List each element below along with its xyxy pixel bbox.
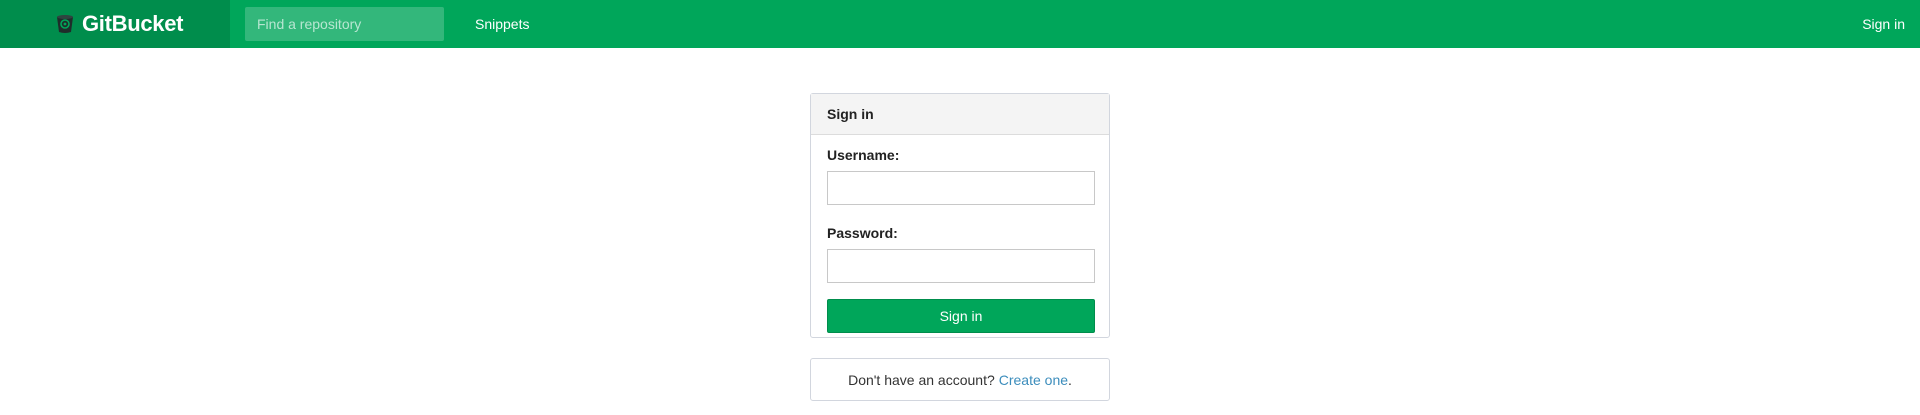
signin-submit-button[interactable]: Sign in [827,299,1095,333]
create-account-link[interactable]: Create one [999,372,1068,388]
brand-name: GitBucket [82,11,184,36]
password-group: Password: [827,225,1095,283]
top-navbar: GitBucket Snippets Sign in [0,0,1920,48]
login-panel-heading: Sign in [811,94,1109,135]
create-account-period: . [1068,371,1072,388]
login-panel: Sign in Username: Password: Sign in [810,93,1110,338]
password-field[interactable] [827,249,1095,283]
nav-signin-link[interactable]: Sign in [1862,16,1905,32]
password-label: Password: [827,225,898,241]
brand-logo-link[interactable]: GitBucket [0,0,230,48]
nav-snippets-link[interactable]: Snippets [475,16,529,32]
username-group: Username: [827,147,1095,205]
repository-search-input[interactable] [245,7,444,41]
create-account-prompt: Don't have an account? [848,371,995,388]
bucket-logo-icon [54,13,76,35]
create-account-box: Don't have an account? Create one. [810,358,1110,401]
username-field[interactable] [827,171,1095,205]
login-form: Username: Password: Sign in [811,135,1109,333]
username-label: Username: [827,147,900,163]
